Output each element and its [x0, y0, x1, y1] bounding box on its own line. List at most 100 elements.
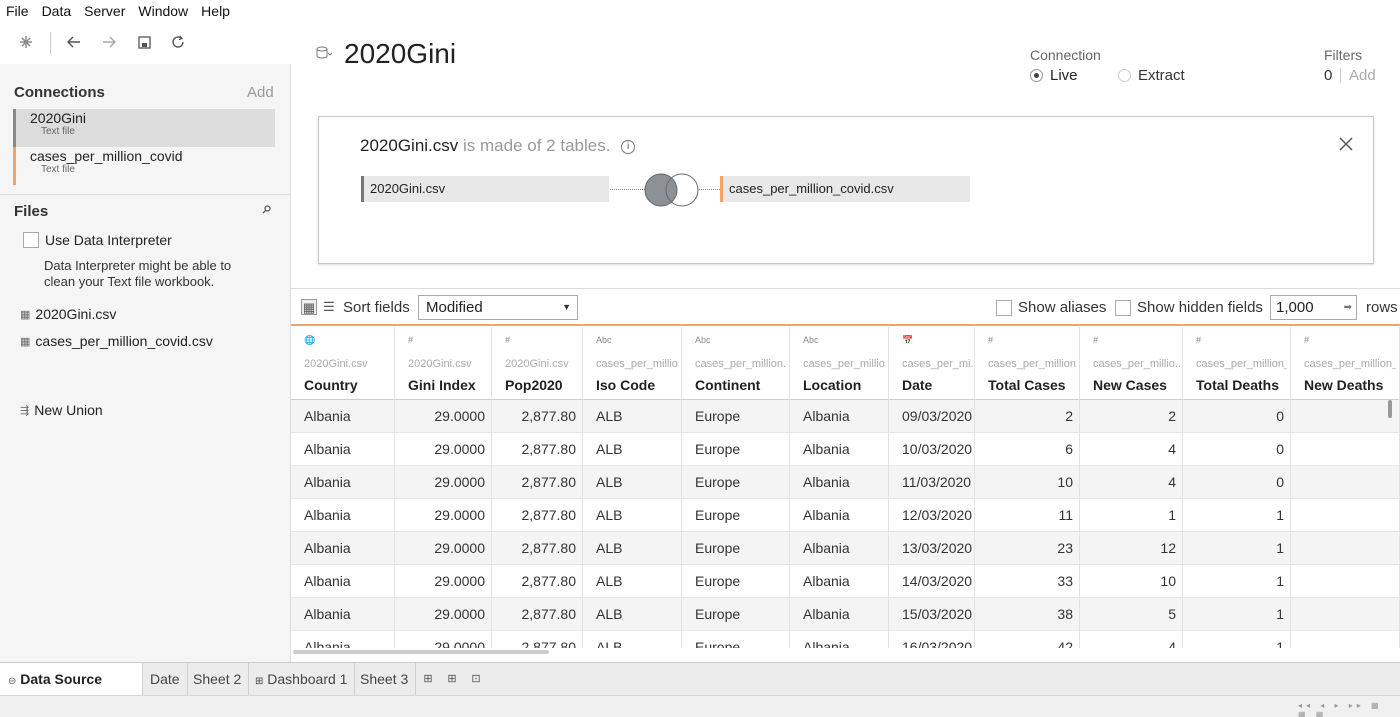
column-header[interactable]: # cases_per_million_... Total Deaths — [1183, 327, 1291, 400]
right-table-pill[interactable]: cases_per_million_covid.csv — [720, 176, 970, 202]
grid-view-icon[interactable]: ▦ — [301, 299, 317, 315]
tab-sheet-3[interactable]: Sheet 3 — [353, 663, 417, 696]
table-cell[interactable]: 4 — [1080, 433, 1183, 466]
table-cell[interactable]: 14/03/2020 — [889, 565, 975, 598]
field-type-icon[interactable]: # — [1196, 335, 1201, 345]
table-cell[interactable]: 29.0000 — [395, 499, 492, 532]
table-cell[interactable]: ALB — [583, 433, 682, 466]
table-cell[interactable]: ALB — [583, 631, 682, 648]
new-story-icon[interactable]: ⊡ — [468, 671, 484, 687]
table-cell[interactable] — [1291, 532, 1400, 565]
column-header[interactable]: Abc cases_per_millio... Iso Code — [583, 327, 682, 400]
table-cell[interactable]: 2,877.80 — [492, 565, 583, 598]
vertical-scrollbar[interactable] — [1388, 400, 1392, 418]
info-icon[interactable]: i — [621, 139, 636, 154]
table-cell[interactable]: 10 — [1080, 565, 1183, 598]
add-connection-link[interactable]: Add — [247, 84, 274, 101]
table-cell[interactable]: Albania — [291, 532, 395, 565]
column-header[interactable]: #2020Gini.csv Pop2020 — [492, 327, 583, 400]
table-cell[interactable]: 4 — [1080, 631, 1183, 648]
table-cell[interactable]: Albania — [291, 499, 395, 532]
table-cell[interactable]: ALB — [583, 532, 682, 565]
horizontal-scrollbar[interactable] — [293, 650, 549, 654]
show-aliases-checkbox[interactable] — [996, 299, 1012, 316]
sheet-nav-icons[interactable]: ◂◂ ◂ ▸ ▸▸ ▦ ▦ ▦ — [1298, 701, 1400, 717]
table-cell[interactable]: 29.0000 — [395, 466, 492, 499]
table-cell[interactable] — [1291, 466, 1400, 499]
table-cell[interactable] — [1291, 598, 1400, 631]
table-cell[interactable] — [1291, 499, 1400, 532]
table-cell[interactable]: 0 — [1183, 466, 1291, 499]
new-dashboard-icon[interactable]: ⊞ — [444, 671, 460, 687]
table-cell[interactable]: Albania — [291, 400, 395, 433]
add-filter-link[interactable]: Add — [1349, 67, 1376, 84]
table-cell[interactable]: Europe — [682, 400, 790, 433]
table-cell[interactable]: 2,877.80 — [492, 631, 583, 648]
show-hidden-fields-checkbox[interactable] — [1115, 299, 1131, 316]
column-header[interactable]: #2020Gini.csv Gini Index — [395, 327, 492, 400]
table-cell[interactable]: 12/03/2020 — [889, 499, 975, 532]
table-cell[interactable]: 0 — [1183, 433, 1291, 466]
field-type-icon[interactable]: # — [1304, 335, 1309, 345]
tab-dashboard-1[interactable]: ⊞ Dashboard 1 — [248, 663, 356, 696]
search-icon[interactable] — [262, 205, 271, 217]
menu-data[interactable]: Data — [42, 3, 72, 19]
data-interpreter-option[interactable]: Use Data Interpreter — [23, 232, 172, 248]
field-type-icon[interactable]: # — [1093, 335, 1098, 345]
column-header[interactable]: # cases_per_million... Total Cases — [975, 327, 1080, 400]
table-cell[interactable]: 1 — [1183, 532, 1291, 565]
table-cell[interactable]: 1 — [1183, 499, 1291, 532]
list-view-icon[interactable]: ☰ — [321, 299, 337, 315]
field-type-icon[interactable]: Abc — [695, 335, 711, 345]
table-cell[interactable]: 38 — [975, 598, 1080, 631]
table-cell[interactable] — [1291, 631, 1400, 648]
table-cell[interactable]: 29.0000 — [395, 400, 492, 433]
table-cell[interactable]: 11/03/2020 — [889, 466, 975, 499]
tab-data-source[interactable]: ⊖ Data Source — [0, 663, 143, 696]
table-cell[interactable]: Albania — [790, 499, 889, 532]
column-header[interactable]: # cases_per_million_... New Deaths — [1291, 327, 1400, 400]
table-cell[interactable]: Europe — [682, 532, 790, 565]
column-header[interactable]: 🌐 2020Gini.csv Country — [291, 327, 395, 400]
field-type-icon[interactable]: Abc — [803, 335, 819, 345]
menu-help[interactable]: Help — [201, 3, 230, 19]
table-cell[interactable]: Albania — [291, 565, 395, 598]
table-cell[interactable]: Europe — [682, 565, 790, 598]
table-cell[interactable]: Albania — [291, 631, 395, 648]
connection-item-2020gini[interactable]: 2020Gini Text file — [13, 109, 275, 147]
column-header[interactable]: Abc cases_per_millio... Location — [790, 327, 889, 400]
refresh-icon[interactable] — [167, 31, 189, 53]
menu-window[interactable]: Window — [138, 3, 188, 19]
table-cell[interactable]: 09/03/2020 — [889, 400, 975, 433]
table-cell[interactable]: Albania — [790, 466, 889, 499]
connection-item-cases[interactable]: cases_per_million_covid Text file — [13, 147, 275, 185]
table-cell[interactable] — [1291, 565, 1400, 598]
table-cell[interactable]: 12 — [1080, 532, 1183, 565]
table-cell[interactable]: 1 — [1080, 499, 1183, 532]
arrow-right-icon[interactable]: ➡ — [1344, 296, 1352, 319]
table-cell[interactable]: Albania — [790, 598, 889, 631]
table-cell[interactable]: 6 — [975, 433, 1080, 466]
table-cell[interactable]: 2 — [1080, 400, 1183, 433]
live-option[interactable]: Live — [1030, 67, 1078, 84]
live-radio[interactable] — [1030, 69, 1043, 82]
tab-sheet-2[interactable]: Sheet 2 — [186, 663, 250, 696]
field-type-icon[interactable]: # — [505, 335, 510, 345]
table-cell[interactable]: Albania — [291, 466, 395, 499]
table-cell[interactable] — [1291, 433, 1400, 466]
table-cell[interactable]: 23 — [975, 532, 1080, 565]
tableau-logo-icon[interactable] — [15, 31, 37, 53]
menu-server[interactable]: Server — [84, 3, 125, 19]
table-cell[interactable]: ALB — [583, 400, 682, 433]
table-cell[interactable]: Europe — [682, 433, 790, 466]
table-cell[interactable]: 5 — [1080, 598, 1183, 631]
new-union-item[interactable]: ⇶ New Union — [20, 402, 103, 418]
table-cell[interactable]: 33 — [975, 565, 1080, 598]
field-type-icon[interactable]: Abc — [596, 335, 612, 345]
show-aliases-option[interactable]: Show aliases — [996, 299, 1106, 316]
table-cell[interactable]: Albania — [790, 433, 889, 466]
extract-option[interactable]: Extract — [1118, 67, 1185, 84]
field-type-icon[interactable]: 📅 — [902, 335, 913, 346]
table-cell[interactable]: 2 — [975, 400, 1080, 433]
sort-fields-select[interactable]: Modified ▼ — [418, 295, 578, 320]
